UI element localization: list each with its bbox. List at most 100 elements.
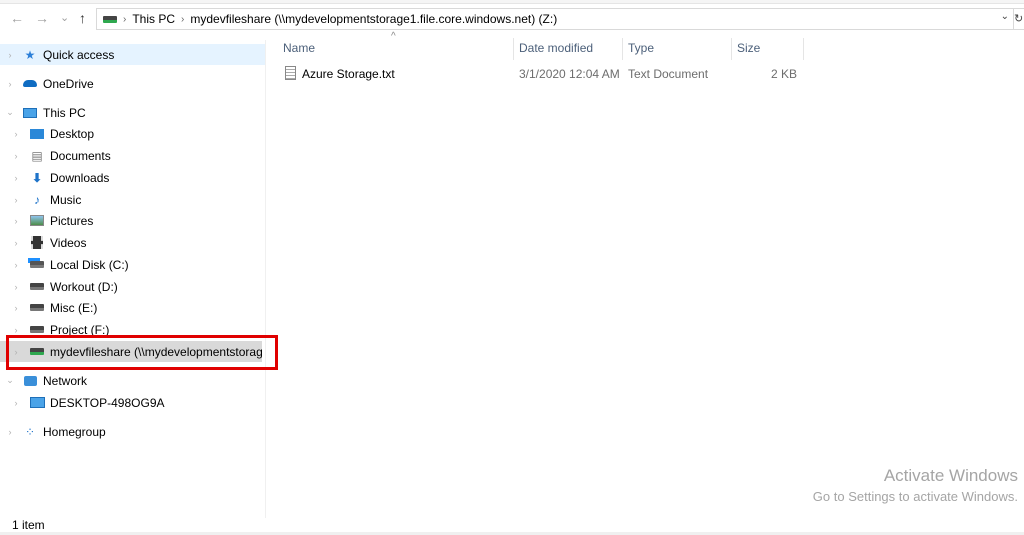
sidebar-item-videos[interactable]: › Videos — [0, 232, 265, 253]
sidebar-item-this-pc[interactable]: ⌄ This PC — [0, 102, 265, 123]
sidebar-item-desktop-pc[interactable]: › DESKTOP-498OG9A — [0, 392, 265, 413]
forward-button[interactable]: → — [35, 8, 49, 28]
column-divider[interactable] — [513, 38, 514, 60]
chevron-right-icon[interactable]: › — [10, 173, 22, 183]
sidebar-item-label: Homegroup — [43, 424, 106, 439]
sidebar-item-label: Local Disk (C:) — [50, 257, 129, 272]
recent-locations-button[interactable]: ⌄ — [60, 8, 69, 28]
column-header-size[interactable]: Size — [737, 38, 760, 60]
breadcrumb-this-pc[interactable]: This PC — [132, 12, 175, 26]
chevron-right-icon[interactable]: › — [10, 398, 22, 408]
column-divider[interactable] — [803, 38, 804, 60]
computer-icon — [22, 106, 38, 120]
chevron-right-icon[interactable]: › — [4, 427, 16, 437]
sidebar-item-desktop[interactable]: › Desktop — [0, 123, 265, 144]
windows-drive-icon — [29, 258, 45, 272]
chevron-right-icon[interactable]: › — [10, 282, 22, 292]
activation-watermark-subtitle: Go to Settings to activate Windows. — [812, 489, 1018, 504]
file-row[interactable]: Azure Storage.txt 3/1/2020 12:04 AM Text… — [275, 64, 805, 84]
refresh-button[interactable]: ↻ — [1014, 8, 1024, 30]
sidebar-item-homegroup[interactable]: › ⁘ Homegroup — [0, 421, 265, 442]
chevron-right-icon[interactable]: › — [10, 303, 22, 313]
sidebar-item-label: Documents — [50, 148, 111, 163]
sort-indicator-icon: ^ — [391, 31, 396, 42]
back-button[interactable]: ← — [10, 8, 24, 28]
chevron-down-icon[interactable]: ⌄ — [4, 107, 16, 118]
chevron-right-icon[interactable]: › — [10, 325, 22, 335]
column-divider[interactable] — [731, 38, 732, 60]
sidebar-item-local-disk-c[interactable]: › Local Disk (C:) — [0, 254, 265, 275]
file-type: Text Document — [628, 67, 709, 81]
chevron-right-icon: › — [181, 13, 185, 25]
text-file-icon — [285, 66, 296, 80]
sidebar-item-downloads[interactable]: › ⬇ Downloads — [0, 167, 265, 188]
sidebar-item-label: Pictures — [50, 213, 94, 228]
folder-icon — [29, 127, 45, 141]
sidebar-item-label: Downloads — [50, 170, 110, 185]
sidebar-item-network[interactable]: ⌄ Network — [0, 370, 265, 391]
navigation-pane: › ★ Quick access › OneDrive ⌄ This PC › Deskt… — [0, 40, 266, 518]
sidebar-item-label: Music — [50, 192, 82, 207]
chevron-right-icon[interactable]: › — [10, 195, 22, 205]
monitor-icon — [29, 396, 45, 410]
drive-icon — [29, 323, 45, 337]
sidebar-item-onedrive[interactable]: › OneDrive — [0, 73, 265, 94]
picture-icon — [29, 214, 45, 228]
chevron-right-icon[interactable]: › — [10, 260, 22, 270]
column-header-type[interactable]: Type — [628, 38, 654, 60]
activation-watermark-title: Activate Windows — [883, 466, 1018, 485]
sidebar-item-quick-access[interactable]: › ★ Quick access — [0, 44, 265, 65]
cloud-icon — [22, 77, 38, 91]
up-button[interactable]: ↑ — [79, 8, 86, 28]
sidebar-item-misc-e[interactable]: › Misc (E:) — [0, 297, 265, 318]
network-icon — [22, 374, 38, 388]
sidebar-item-music[interactable]: › ♪ Music — [0, 189, 265, 210]
sidebar-item-label: Videos — [50, 235, 87, 250]
network-drive-icon — [29, 345, 45, 359]
file-date-modified: 3/1/2020 12:04 AM — [519, 67, 620, 81]
sidebar-item-label: mydevfileshare (\\mydevelopmentstorage1.… — [50, 344, 262, 359]
sidebar-item-label: Desktop — [50, 126, 95, 141]
video-icon — [29, 236, 45, 250]
title-bar-edge — [0, 0, 1024, 4]
sidebar-item-label: Network — [43, 373, 88, 388]
column-divider[interactable] — [622, 38, 623, 60]
chevron-down-icon[interactable]: ⌄ — [1001, 11, 1009, 22]
sidebar-item-pictures[interactable]: › Pictures — [0, 210, 265, 231]
chevron-right-icon[interactable]: › — [10, 216, 22, 226]
drive-icon — [29, 301, 45, 315]
sidebar-item-label: This PC — [43, 105, 86, 120]
status-item-count: 1 item — [12, 518, 45, 532]
drive-icon — [29, 280, 45, 294]
network-drive-icon — [103, 15, 117, 23]
sidebar-item-label: DESKTOP-498OG9A — [50, 395, 165, 410]
file-name: Azure Storage.txt — [302, 67, 395, 81]
sidebar-item-mydevfileshare[interactable]: › mydevfileshare (\\mydevelopmentstorage1… — [0, 341, 262, 362]
download-icon: ⬇ — [31, 170, 43, 185]
address-bar[interactable]: › This PC › mydevfileshare (\\mydevelopm… — [96, 8, 1014, 30]
chevron-right-icon[interactable]: › — [4, 50, 16, 60]
chevron-right-icon[interactable]: › — [10, 347, 22, 357]
chevron-right-icon[interactable]: › — [10, 238, 22, 248]
file-size: 2 KB — [770, 67, 797, 81]
sidebar-item-label: Workout (D:) — [50, 279, 118, 294]
column-header-name[interactable]: Name — [283, 38, 315, 60]
sidebar-item-documents[interactable]: › ▤ Documents — [0, 145, 265, 166]
music-icon: ♪ — [34, 192, 40, 207]
sidebar-item-label: Misc (E:) — [50, 300, 98, 315]
sidebar-item-label: Project (F:) — [50, 322, 110, 337]
chevron-right-icon: › — [123, 13, 127, 25]
chevron-right-icon[interactable]: › — [10, 151, 22, 161]
sidebar-item-workout-d[interactable]: › Workout (D:) — [0, 276, 265, 297]
chevron-down-icon[interactable]: ⌄ — [4, 375, 16, 386]
homegroup-icon: ⁘ — [24, 424, 36, 439]
document-icon: ▤ — [31, 148, 43, 163]
breadcrumb-fileshare[interactable]: mydevfileshare (\\mydevelopmentstorage1.… — [190, 12, 557, 26]
sidebar-item-project-f[interactable]: › Project (F:) — [0, 319, 265, 340]
chevron-right-icon[interactable]: › — [10, 129, 22, 139]
star-icon: ★ — [24, 47, 36, 62]
chevron-right-icon[interactable]: › — [4, 79, 16, 89]
column-header-date-modified[interactable]: Date modified — [519, 38, 593, 60]
sidebar-item-label: OneDrive — [43, 76, 94, 91]
sidebar-item-label: Quick access — [43, 47, 115, 62]
